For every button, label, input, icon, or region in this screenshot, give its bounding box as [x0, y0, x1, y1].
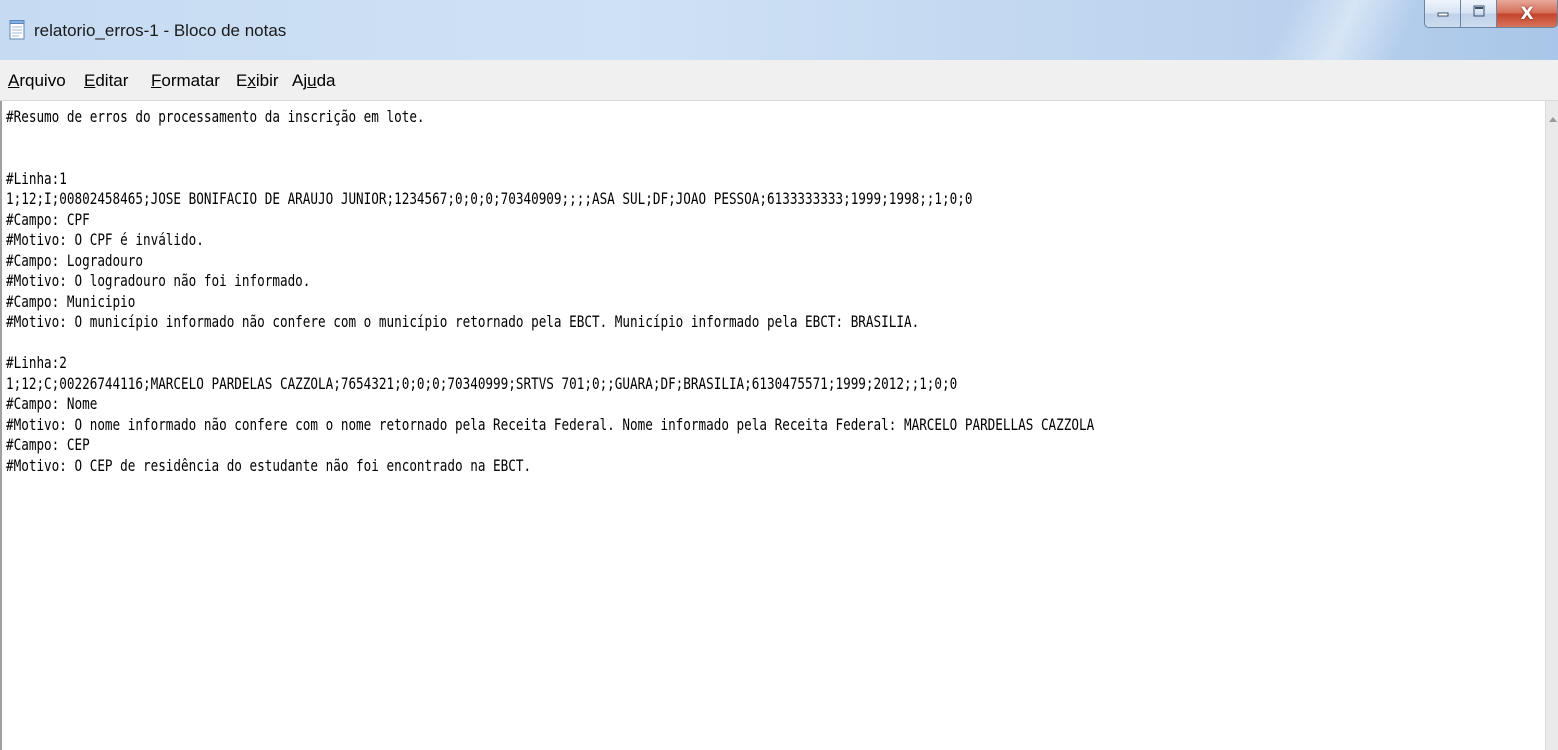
menu-label-rest: ibir: [255, 71, 279, 90]
text-line: #Linha:1: [6, 168, 67, 188]
menu-label-rest: rquivo: [19, 71, 66, 90]
menu-label-rest: ditar: [95, 71, 129, 90]
menu-accel: u: [307, 71, 317, 90]
text-line: #Motivo: O município informado não confe…: [6, 312, 920, 331]
window-title: relatorio_erros-1 - Bloco de notas: [34, 21, 287, 40]
text-line: #Linha:2: [6, 353, 67, 372]
notepad-window: relatorio_erros-1 - Bloco de notas X Arq…: [0, 0, 1558, 750]
menu-exibir[interactable]: Exibir: [236, 71, 279, 91]
text-line: #Campo: CEP: [6, 435, 90, 454]
text-editor-area[interactable]: #Resumo de erros do processamento da ins…: [0, 101, 1545, 750]
text-line: 1;12;I;00802458465;JOSE BONIFACIO DE ARA…: [6, 189, 973, 208]
caption-buttons: X: [1424, 0, 1558, 30]
menu-accel: x: [247, 71, 256, 90]
menu-bar: Arquivo Editar Formatar Exibir Ajuda: [0, 60, 1558, 101]
title-bar[interactable]: relatorio_erros-1 - Bloco de notas X: [0, 0, 1558, 60]
menu-arquivo[interactable]: Arquivo: [8, 71, 66, 91]
text-line: #Campo: CPF: [6, 209, 90, 229]
maximize-icon: [1472, 4, 1486, 23]
text-line: 1;12;C;00226744116;MARCELO PARDELAS CAZZ…: [6, 373, 958, 393]
menu-accel: E: [84, 71, 96, 90]
minimize-button[interactable]: [1424, 0, 1460, 28]
text-line: #Resumo de erros do processamento da ins…: [6, 107, 425, 126]
maximize-button[interactable]: [1460, 0, 1496, 28]
editor-text: #Resumo de erros do processamento da ins…: [6, 107, 1094, 476]
text-line: #Campo: Municipio: [6, 291, 136, 311]
close-icon: X: [1520, 3, 1534, 24]
text-line: #Motivo: O logradouro não foi informado.: [6, 271, 311, 290]
text-line: #Motivo: O nome informado não confere co…: [6, 414, 1095, 434]
text-line: #Campo: Nome: [6, 394, 98, 413]
scroll-up-arrow-icon[interactable]: [1549, 117, 1557, 122]
menu-ajuda[interactable]: Ajuda: [292, 71, 336, 91]
vertical-scrollbar[interactable]: [1545, 101, 1558, 750]
notepad-icon[interactable]: [9, 20, 25, 40]
minimize-icon: [1436, 4, 1450, 23]
close-button[interactable]: X: [1496, 0, 1558, 28]
menu-editar[interactable]: Editar: [84, 71, 128, 91]
text-line: #Motivo: O CEP de residência do estudant…: [6, 455, 532, 475]
menu-label-rest: ormatar: [161, 71, 220, 90]
menu-label-rest: da: [316, 71, 336, 90]
menu-formatar[interactable]: Formatar: [151, 71, 220, 91]
text-line: #Motivo: O CPF é inválido.: [6, 230, 204, 249]
menu-label-pre: Aj: [292, 71, 308, 90]
text-line: #Campo: Logradouro: [6, 250, 143, 270]
menu-accel: A: [8, 71, 20, 90]
menu-label-pre: E: [236, 71, 248, 90]
menu-accel: F: [151, 71, 162, 90]
titlebar-glare: [1264, 0, 1422, 60]
